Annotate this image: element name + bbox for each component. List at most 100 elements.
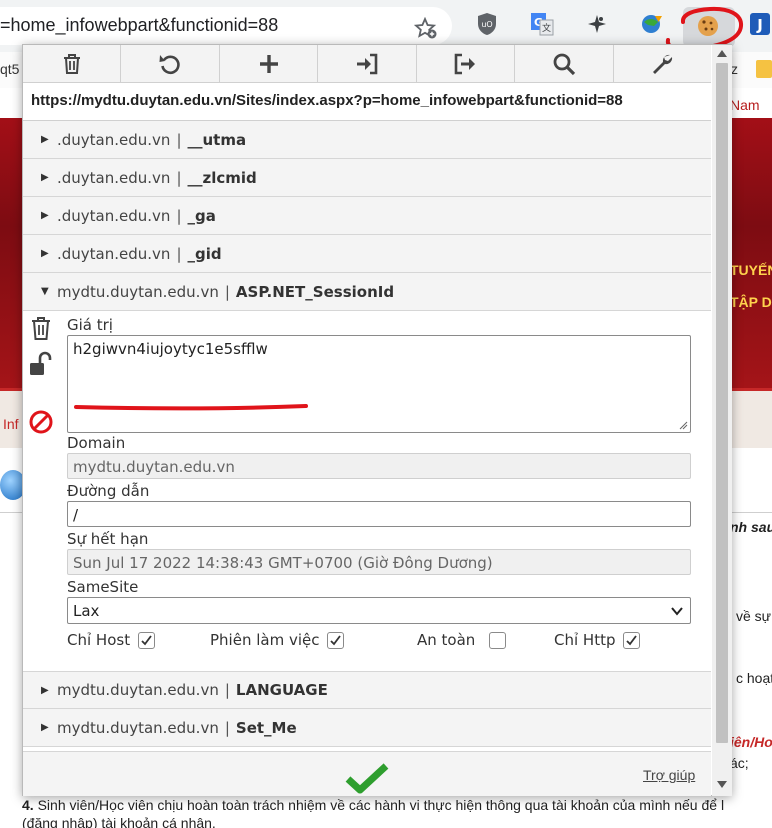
separator: | — [176, 130, 182, 149]
cookie-name: __zlcmid — [187, 168, 257, 187]
page-text: ác; — [730, 755, 749, 771]
checkmark-icon — [330, 634, 342, 645]
bookmark-item[interactable]: qt5 — [0, 61, 19, 77]
page-text: nh sau — [730, 519, 772, 535]
value-label: Giá trị — [67, 316, 113, 334]
cookie-name: __utma — [187, 130, 247, 149]
chevron-down-icon — [671, 607, 683, 616]
bookmark-star-icon[interactable] — [414, 17, 438, 39]
hostonly-option[interactable]: Chỉ Host — [67, 631, 156, 649]
page-text: (đăng nhập) tài khoản cá nhân. — [22, 815, 216, 828]
search-icon — [553, 53, 575, 75]
cookie-domain: mydtu.duytan.edu.vn — [57, 681, 219, 699]
separator: | — [176, 206, 182, 225]
domain-label: Domain — [67, 434, 126, 452]
cookie-domain: mydtu.duytan.edu.vn — [57, 718, 219, 737]
popup-toolbar — [23, 45, 711, 83]
scroll-thumb[interactable] — [716, 63, 728, 743]
block-icon[interactable] — [28, 409, 54, 435]
caret-right-icon: ▶ — [41, 684, 49, 696]
cookie-row[interactable]: ▶ mydtu.duytan.edu.vn | LANGUAGE — [23, 671, 711, 709]
checkmark-icon — [626, 634, 638, 645]
save-checkmark-icon[interactable] — [345, 762, 389, 794]
secure-option[interactable]: An toàn — [417, 631, 507, 649]
bookmark-item[interactable]: z — [731, 61, 738, 77]
secure-checkbox[interactable] — [489, 631, 507, 649]
domain-field: mydtu.duytan.edu.vn — [67, 453, 691, 479]
scroll-up-icon[interactable] — [717, 49, 727, 57]
address-text: =home_infowebpart&functionid=88 — [0, 15, 279, 35]
extension-star-icon[interactable] — [585, 12, 609, 36]
hostonly-checkbox[interactable] — [138, 631, 156, 649]
wrench-icon — [653, 54, 673, 74]
secure-label: An toàn — [417, 631, 476, 649]
delete-all-button[interactable] — [23, 45, 122, 82]
httponly-label: Chỉ Http — [554, 631, 616, 649]
session-option[interactable]: Phiên làm việc — [210, 631, 345, 649]
svg-text:J: J — [756, 16, 763, 34]
cookie-name: _gid — [187, 244, 222, 263]
import-button[interactable] — [318, 45, 417, 82]
value-field[interactable]: h2giwvn4iujoytyc1e5sfflw — [67, 335, 691, 433]
delete-cookie-trash-icon[interactable] — [28, 315, 54, 341]
cookie-domain: .duytan.edu.vn — [57, 244, 171, 263]
cookie-row[interactable]: ▶ .duytan.edu.vn | __utma — [23, 121, 711, 159]
cookie-name: _ga — [187, 206, 216, 225]
address-bar[interactable]: =home_infowebpart&functionid=88 — [0, 7, 452, 45]
hostonly-label: Chỉ Host — [67, 631, 131, 649]
translate-icon[interactable]: G文 — [530, 12, 554, 36]
page-text: 4. Sinh viên/Học viên chịu hoàn toàn trá… — [22, 797, 724, 813]
checkmark-icon — [141, 634, 152, 645]
resize-handle-icon[interactable] — [678, 420, 688, 430]
caret-right-icon: ▶ — [41, 248, 49, 259]
svg-text:uO: uO — [481, 20, 492, 29]
expiration-field: Sun Jul 17 2022 14:38:43 GMT+0700 (Giờ Đ… — [67, 549, 691, 575]
annotation-red-underline — [74, 404, 308, 411]
popup-footer: Trợ giúp — [23, 751, 711, 796]
samesite-label: SameSite — [67, 578, 139, 596]
add-cookie-button[interactable] — [220, 45, 319, 82]
page-text-num: 4. — [22, 797, 34, 813]
caret-right-icon: ▶ — [41, 172, 49, 183]
idm-icon[interactable] — [640, 12, 664, 36]
caret-right-icon: ▶ — [41, 722, 49, 733]
popup-scrollbar[interactable] — [712, 45, 732, 796]
ublock-icon[interactable]: uO — [475, 12, 499, 36]
path-label: Đường dẫn — [67, 482, 150, 500]
samesite-select[interactable]: Lax — [67, 597, 691, 624]
cookie-row[interactable]: ▶ .duytan.edu.vn | _ga — [23, 197, 711, 235]
trash-icon — [63, 53, 80, 74]
export-button[interactable] — [417, 45, 516, 82]
cookie-domain: .duytan.edu.vn — [57, 130, 171, 149]
httponly-option[interactable]: Chỉ Http — [554, 631, 641, 649]
cookie-detail-panel: Giá trị h2giwvn4iujoytyc1e5sfflw Domain … — [23, 311, 711, 671]
export-icon — [455, 53, 476, 74]
folder-icon[interactable] — [756, 60, 772, 78]
page-link[interactable]: Nam — [730, 97, 760, 113]
unlock-icon[interactable] — [28, 351, 54, 377]
help-link[interactable]: Trợ giúp — [643, 767, 695, 783]
path-field[interactable]: / — [67, 501, 691, 527]
separator: | — [224, 282, 230, 301]
caret-right-icon: ▶ — [41, 210, 49, 221]
cookie-row[interactable]: ▶ .duytan.edu.vn | _gid — [23, 235, 711, 273]
caret-right-icon: ▶ — [41, 134, 49, 145]
scroll-down-icon[interactable] — [717, 781, 727, 789]
cookie-row[interactable]: ▶ mydtu.duytan.edu.vn | Set_Me — [23, 709, 711, 747]
cookie-row-expanded[interactable]: ▼ mydtu.duytan.edu.vn | ASP.NET_SessionI… — [23, 273, 711, 311]
reset-button[interactable] — [121, 45, 220, 82]
httponly-checkbox[interactable] — [623, 631, 641, 649]
cookie-name: LANGUAGE — [235, 681, 328, 699]
extension-j-icon[interactable]: J — [748, 12, 772, 36]
cookie-name: ASP.NET_SessionId — [235, 282, 395, 301]
current-url: https://mydtu.duytan.edu.vn/Sites/index.… — [23, 83, 711, 121]
cookie-row[interactable]: ▶ .duytan.edu.vn | __zlcmid — [23, 159, 711, 197]
page-text: iên/Ho — [730, 734, 772, 750]
samesite-value: Lax — [73, 602, 100, 620]
page-tab[interactable]: Inf — [3, 416, 19, 432]
page-text: về sự — [736, 608, 772, 624]
options-button[interactable] — [614, 45, 711, 82]
session-checkbox[interactable] — [327, 631, 345, 649]
search-button[interactable] — [515, 45, 614, 82]
expiration-label: Sự hết hạn — [67, 530, 149, 548]
